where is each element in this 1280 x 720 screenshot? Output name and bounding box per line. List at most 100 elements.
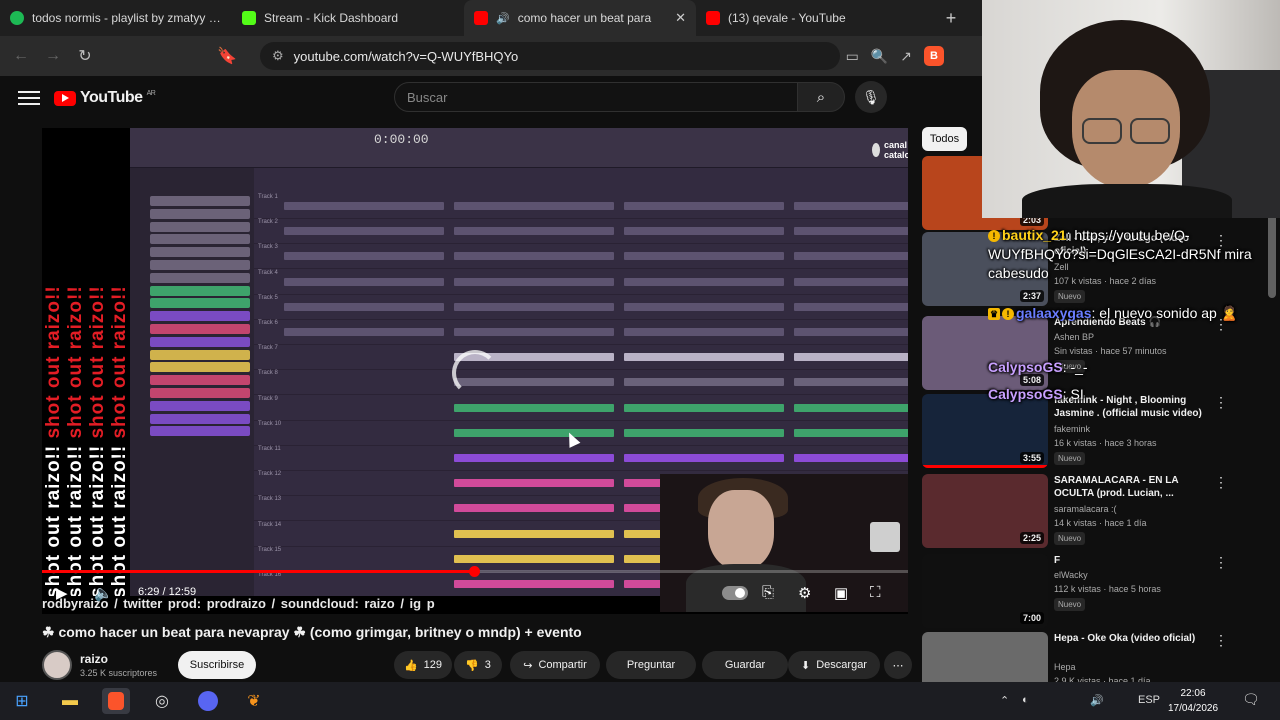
discord-tray-icon[interactable]: ◐ <box>1022 694 1029 706</box>
fl-track-label: Track 10 <box>258 420 282 427</box>
recommendation-item[interactable]: 3:55 fakemink - Night , Blooming Jasmine … <box>922 394 1274 468</box>
tab-youtube-qevale[interactable]: (13) qevale - YouTube <box>696 0 928 36</box>
recommendation-title[interactable]: SARAMALACARA - EN LA OCULTA (prod. Lucia… <box>1054 474 1204 500</box>
more-options-icon[interactable]: ⋮ <box>1214 394 1228 411</box>
recommendation-channel[interactable]: saramalacara :( <box>1054 504 1117 514</box>
download-button[interactable]: ⬇ Descargar <box>788 651 880 679</box>
voice-search-button[interactable]: 🎙 <box>855 81 887 113</box>
video-thumbnail[interactable]: 2:25 <box>922 474 1048 548</box>
recommendation-title[interactable]: Hepa - Oke Oka (video oficial) <box>1054 632 1204 645</box>
dislike-button[interactable]: 👎 3 <box>454 651 502 679</box>
tab-kick[interactable]: Stream - Kick Dashboard <box>232 0 464 36</box>
youtube-icon <box>706 11 720 25</box>
save-button[interactable]: Guardar <box>702 651 788 679</box>
fl-clip <box>454 202 614 210</box>
menu-icon[interactable] <box>18 91 40 105</box>
share-icon[interactable]: ↗ <box>900 48 912 65</box>
video-thumbnail[interactable]: 5:08 <box>922 316 1048 390</box>
shoutout-text: shot out raizo!! shot out raizo!! <box>109 285 130 598</box>
recommendation-channel[interactable]: Hepa <box>1054 662 1076 672</box>
fl-track: Track 1 <box>254 194 908 219</box>
channel-watermark[interactable]: canal de catalogo ✕ <box>872 140 908 160</box>
channel-watermark-label: canal de catalogo <box>883 140 908 160</box>
more-options-icon[interactable]: ⋮ <box>1214 474 1228 491</box>
recommendation-channel[interactable]: Ashen BP <box>1054 332 1094 342</box>
fl-track-label: Track 5 <box>258 294 278 301</box>
fl-time-display: 0:00:00 <box>374 132 429 147</box>
network-icon[interactable]: 🔊 <box>1090 694 1104 707</box>
forward-icon[interactable]: → <box>40 43 66 69</box>
autoplay-toggle[interactable] <box>722 586 748 600</box>
fl-clip <box>794 328 908 336</box>
ask-button[interactable]: Preguntar <box>606 651 696 679</box>
tray-chevron-icon[interactable]: ⌃ <box>1000 694 1009 707</box>
back-icon[interactable]: ← <box>8 43 34 69</box>
download-label: Descargar <box>816 659 867 671</box>
recommendation-item[interactable]: 2:25 SARAMALACARA - EN LA OCULTA (prod. L… <box>922 474 1274 548</box>
file-explorer-icon[interactable]: ▬ <box>56 688 84 714</box>
recommendation-item[interactable]: 7:00 FelWacky 112 k vistas · hace 5 horas N… <box>922 554 1274 628</box>
loading-spinner-icon <box>452 350 498 396</box>
recommendation-item[interactable]: 5:08 Aprendiendo Beats 🎧 Ashen BP Sin vista… <box>922 316 1274 390</box>
recommendation-channel[interactable]: fakemink <box>1054 424 1090 434</box>
recommendation-title[interactable]: F <box>1054 554 1204 567</box>
search-input[interactable]: Buscar <box>394 82 798 112</box>
reload-icon[interactable]: ↻ <box>72 43 98 69</box>
fl-clip <box>454 403 614 412</box>
fullscreen-icon[interactable]: ⛶ <box>870 584 881 601</box>
thumbs-up-icon: 👍 <box>403 659 418 672</box>
more-actions-button[interactable]: ⋯ <box>884 651 912 679</box>
fl-channel <box>150 311 250 322</box>
cast-icon[interactable]: ▭ <box>846 48 859 65</box>
video-player[interactable]: shot out raizo!! shot out raizo!! shot o… <box>42 128 908 614</box>
filter-chip-all[interactable]: Todos <box>922 127 967 151</box>
windows-start-icon[interactable]: ⊞ <box>8 688 36 714</box>
like-button[interactable]: 👍 129 <box>394 651 452 679</box>
fl-channel <box>150 426 250 437</box>
notification-icon[interactable]: 🗨 <box>1242 691 1260 708</box>
channel-avatar[interactable] <box>42 650 72 680</box>
video-thumbnail[interactable]: 3:55 <box>922 394 1048 468</box>
logo-text: YouTube <box>80 89 143 106</box>
play-icon[interactable]: ▶ <box>56 584 68 602</box>
fl-clip <box>284 277 444 286</box>
fl-clip <box>624 454 784 462</box>
site-info-icon[interactable]: ⚙ <box>272 48 284 64</box>
chat-username: galaaxygas <box>1016 305 1092 321</box>
video-thumbnail[interactable]: 7:00 <box>922 554 1048 628</box>
obs-icon[interactable]: ◎ <box>148 688 176 714</box>
brave-browser-icon[interactable] <box>102 688 130 714</box>
volume-icon[interactable]: 🔈 <box>94 584 113 602</box>
download-icon: ⬇ <box>801 659 811 672</box>
system-clock[interactable]: 22:06 17/04/2026 <box>1160 686 1226 716</box>
tab-youtube-active[interactable]: 🔊 como hacer un beat para ✕ <box>464 0 696 36</box>
recommendation-channel[interactable]: elWacky <box>1054 570 1088 580</box>
lang-indicator[interactable]: ESP <box>1138 694 1160 706</box>
miniplayer-icon[interactable]: ▣ <box>834 584 848 602</box>
new-badge: Nuevo <box>1054 452 1086 465</box>
subscribe-button[interactable]: Suscribirse <box>178 651 256 679</box>
video-duration: 2:37 <box>1019 290 1044 302</box>
discord-icon[interactable] <box>194 688 222 714</box>
speaker-icon[interactable]: 🔊 <box>496 12 510 25</box>
channel-name[interactable]: raizo <box>80 652 108 666</box>
bookmark-icon[interactable]: 🔖 <box>214 43 240 69</box>
close-tab-icon[interactable]: ✕ <box>675 10 686 26</box>
address-bar[interactable]: ⚙ youtube.com/watch?v=Q-WUYfBHQYo <box>260 42 840 70</box>
youtube-logo[interactable]: YouTube AR <box>54 89 156 107</box>
more-options-icon[interactable]: ⋮ <box>1214 632 1228 649</box>
recommendation-meta: 16 k vistas · hace 3 horas <box>1054 438 1157 448</box>
progress-bar[interactable] <box>42 566 908 577</box>
search-button[interactable]: ⌕ <box>797 82 845 112</box>
fl-studio-icon[interactable]: ❦ <box>240 688 268 714</box>
zoom-icon[interactable]: 🔍 <box>871 48 888 65</box>
share-button[interactable]: ↪ Compartir <box>510 651 600 679</box>
subtitles-icon[interactable]: ⎘ <box>762 584 774 601</box>
more-options-icon[interactable]: ⋮ <box>1214 554 1228 571</box>
settings-icon[interactable]: ⚙ <box>798 584 811 602</box>
fl-clip <box>624 302 784 311</box>
chat-username: bautix_21 <box>1002 227 1067 243</box>
new-tab-button[interactable]: + <box>936 8 966 29</box>
tab-spotify[interactable]: todos normis - playlist by zmatyy | Sp <box>0 0 232 36</box>
brave-shield-icon[interactable]: B <box>924 46 944 66</box>
